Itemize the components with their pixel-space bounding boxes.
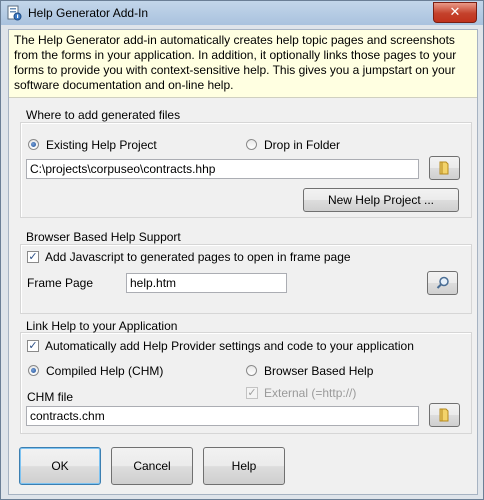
cancel-button-label: Cancel — [133, 459, 171, 473]
ok-button[interactable]: OK — [19, 447, 101, 485]
title-bar[interactable]: Help Generator Add-In ✕ — [1, 1, 483, 25]
cancel-button[interactable]: Cancel — [111, 447, 193, 485]
frame-page-input[interactable]: help.htm — [126, 273, 287, 293]
add-javascript-label[interactable]: Add Javascript to generated pages to ope… — [45, 250, 351, 264]
auto-add-provider-checkbox[interactable]: ✓ — [27, 340, 39, 352]
description-text: The Help Generator add-in automatically … — [14, 33, 457, 92]
compiled-help-label[interactable]: Compiled Help (CHM) — [46, 364, 163, 378]
drop-in-folder-radio[interactable] — [246, 139, 257, 150]
folder-icon — [439, 161, 448, 175]
existing-help-project-label[interactable]: Existing Help Project — [46, 138, 157, 152]
external-checkbox[interactable]: ✓ — [246, 387, 258, 399]
external-label[interactable]: External (=http://) — [264, 386, 356, 400]
chm-file-label: CHM file — [27, 390, 74, 404]
frame-page-search-button[interactable] — [427, 271, 458, 295]
description-panel: The Help Generator add-in automatically … — [9, 30, 477, 98]
drop-in-folder-label[interactable]: Drop in Folder — [264, 138, 340, 152]
help-project-path-value: C:\projects\corpuseo\contracts.hhp — [30, 162, 216, 176]
help-project-path-input[interactable]: C:\projects\corpuseo\contracts.hhp — [26, 159, 419, 179]
help-button[interactable]: Help — [203, 447, 285, 485]
where-group-title: Where to add generated files — [26, 108, 181, 122]
help-button-label: Help — [231, 459, 257, 473]
add-javascript-checkbox[interactable]: ✓ — [27, 251, 39, 263]
close-button[interactable]: ✕ — [433, 2, 477, 23]
frame-page-value: help.htm — [130, 276, 177, 290]
folder-icon — [439, 408, 448, 422]
chm-file-input[interactable]: contracts.chm — [26, 406, 419, 426]
close-icon: ✕ — [449, 4, 461, 19]
browser-based-help-radio[interactable] — [246, 365, 257, 376]
new-help-project-label: New Help Project ... — [327, 193, 435, 207]
browser-based-help-label[interactable]: Browser Based Help — [264, 364, 373, 378]
new-help-project-button[interactable]: New Help Project ... — [303, 188, 459, 212]
help-generator-app-icon — [7, 5, 22, 21]
compiled-help-radio[interactable] — [28, 365, 39, 376]
browser-help-group-title: Browser Based Help Support — [26, 230, 181, 244]
chm-file-value: contracts.chm — [30, 409, 105, 423]
help-generator-window: Help Generator Add-In ✕ The Help Generat… — [0, 0, 484, 500]
existing-help-project-radio[interactable] — [28, 139, 39, 150]
link-help-group-title: Link Help to your Application — [26, 319, 178, 333]
frame-page-label: Frame Page — [27, 276, 94, 290]
window-title: Help Generator Add-In — [28, 6, 149, 20]
browse-chm-button[interactable] — [429, 403, 460, 427]
dialog-client-area: The Help Generator add-in automatically … — [8, 29, 478, 495]
browse-project-button[interactable] — [429, 156, 460, 180]
ok-button-label: OK — [51, 459, 69, 473]
magnifier-icon — [436, 276, 449, 289]
auto-add-provider-label[interactable]: Automatically add Help Provider settings… — [45, 339, 414, 353]
